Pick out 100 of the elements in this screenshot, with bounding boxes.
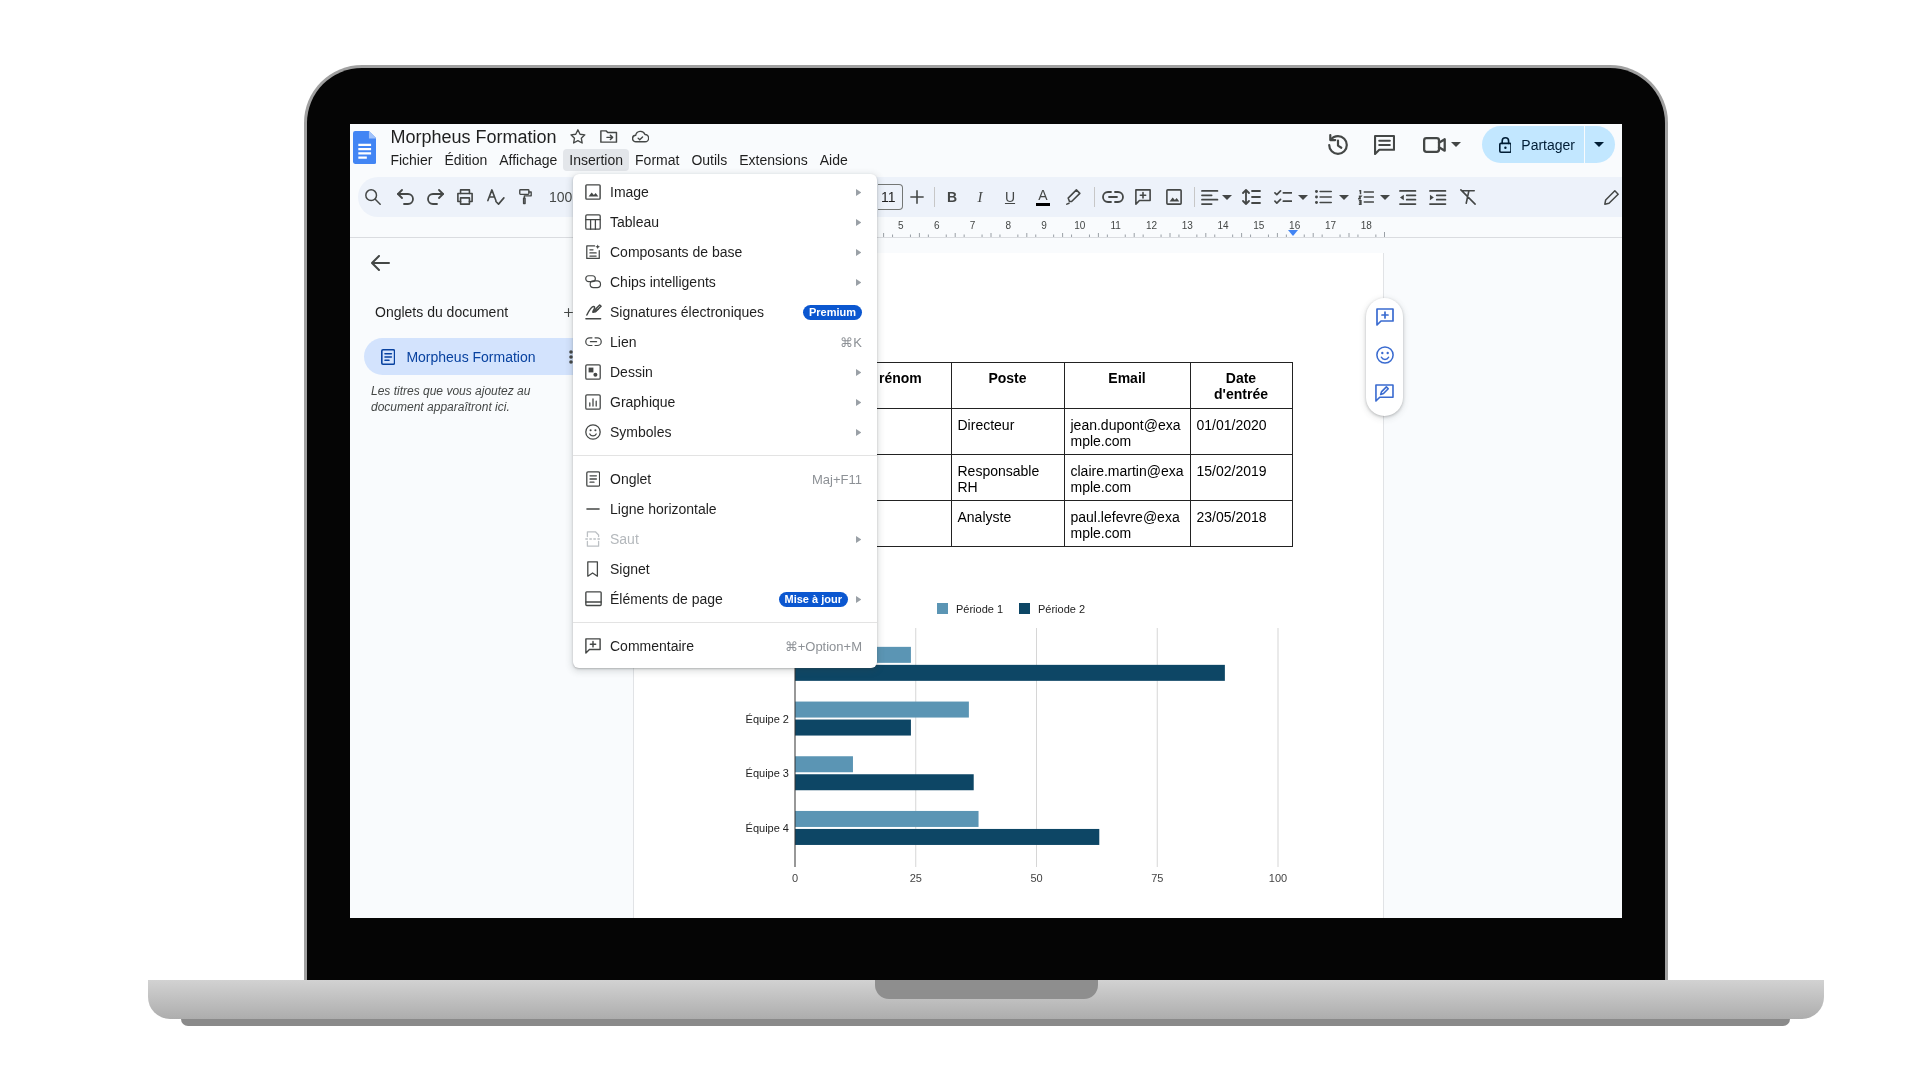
link-icon[interactable] [1102, 191, 1124, 203]
indent-marker-icon[interactable] [1288, 230, 1298, 236]
menu-bar-item[interactable]: Extensions [733, 149, 814, 171]
menu-bar-item[interactable]: Affichage [493, 149, 564, 171]
menu-item[interactable]: Symboles [573, 417, 877, 447]
smiley-icon [585, 424, 601, 440]
italic-button[interactable]: I [965, 183, 995, 211]
spellcheck-icon[interactable] [487, 189, 505, 205]
menu-bar-item[interactable]: Format [629, 149, 686, 171]
menu-badge: Mise à jour [778, 591, 848, 607]
menu-item[interactable]: Dessin [573, 357, 877, 387]
shortcut-label: ⌘+Option+M [784, 638, 862, 654]
checklist-icon[interactable] [1273, 190, 1293, 204]
ruler-number: 14 [1216, 220, 1230, 232]
print-icon[interactable] [457, 189, 473, 205]
link-icon [584, 337, 602, 347]
menu-item[interactable]: Lien ⌘K [573, 327, 877, 357]
star-icon[interactable] [570, 129, 587, 144]
clear-formatting-icon[interactable] [1460, 189, 1476, 205]
menu-bar-item[interactable]: Insertion [563, 149, 630, 171]
menu-item[interactable]: Graphique [573, 387, 877, 417]
history-icon[interactable] [1326, 133, 1349, 156]
line-spacing-icon[interactable] [1241, 189, 1261, 205]
table-cell: paul.lefevre@example.com [1064, 500, 1190, 547]
caret-icon[interactable] [1450, 142, 1461, 147]
caret-icon[interactable] [1222, 194, 1232, 200]
decrease-indent-icon[interactable] [1399, 189, 1417, 205]
ruler-number: 5 [897, 220, 905, 232]
menu-item[interactable]: Image [573, 177, 877, 207]
search-icon[interactable] [365, 189, 381, 205]
caret-icon[interactable] [1380, 194, 1390, 200]
menu-item[interactable]: Tableau [573, 207, 877, 237]
smiley-icon[interactable] [1375, 346, 1394, 364]
signature-icon [584, 304, 602, 320]
plus-icon[interactable] [910, 190, 924, 204]
menu-item[interactable]: Ligne horizontale [573, 494, 877, 524]
paint-roller-icon[interactable] [519, 189, 533, 205]
menu-item[interactable]: Éléments de page Mise à jour [573, 584, 877, 614]
caret-icon[interactable] [1298, 194, 1308, 200]
video-camera-icon[interactable] [1422, 136, 1446, 153]
document-icon [585, 471, 601, 487]
ruler-number: 7 [968, 220, 977, 232]
comment-plus-icon[interactable] [1135, 189, 1151, 205]
table-cell: claire.martin@example.com [1064, 454, 1190, 501]
bulleted-list-icon[interactable] [1315, 190, 1333, 204]
zoom-select[interactable]: 100 [549, 189, 573, 205]
ruler-number: 13 [1180, 220, 1194, 232]
menu-item[interactable]: Composants de base [573, 237, 877, 267]
menu-item[interactable]: Chips intelligents [573, 267, 877, 297]
font-size-field[interactable]: 11 [878, 184, 903, 210]
menu-bar-item[interactable]: Fichier [384, 149, 439, 171]
ruler-number: 10 [1073, 220, 1087, 232]
plus-icon[interactable] [564, 307, 573, 317]
increase-indent-icon[interactable] [1429, 189, 1447, 205]
ruler-number: 12 [1144, 220, 1159, 232]
axis-tick-label: 75 [1151, 872, 1164, 884]
ruler-number: 9 [1040, 220, 1048, 232]
legend-label: Période 2 [1038, 602, 1086, 615]
share-options-button[interactable] [1585, 126, 1615, 163]
ruler-number: 8 [1004, 220, 1013, 232]
highlighter-icon[interactable] [1066, 189, 1082, 205]
share-button[interactable]: Partager [1481, 126, 1584, 163]
table-cell: Analyste [951, 500, 1064, 547]
image-icon [585, 184, 601, 200]
more-options-icon[interactable] [569, 349, 573, 364]
cloud-check-icon[interactable] [631, 130, 650, 143]
align-left-icon[interactable] [1201, 189, 1219, 205]
column-header: Email [1064, 362, 1190, 409]
undo-icon[interactable] [396, 189, 414, 205]
menu-item[interactable]: Commentaire ⌘+Option+M [573, 631, 877, 661]
redo-icon[interactable] [426, 189, 444, 205]
menu-item[interactable]: Onglet Maj+F11 [573, 464, 877, 494]
document-title[interactable]: Morpheus Formation [390, 125, 557, 148]
sidebar-hint: Les titres que vous ajoutez au document apparaîtront ici. [371, 383, 532, 415]
menu-bar-item[interactable]: Édition [438, 149, 494, 171]
folder-icon[interactable] [600, 130, 618, 143]
image-icon[interactable] [1166, 189, 1182, 205]
table-cell: 15/02/2019 [1190, 454, 1292, 501]
back-arrow-icon[interactable] [371, 255, 390, 271]
axis-tick-label: 50 [1030, 872, 1043, 884]
menu-bar-item[interactable]: Aide [813, 149, 854, 171]
comment-pencil-icon[interactable] [1375, 384, 1394, 402]
comment-plus-icon[interactable] [1375, 308, 1394, 326]
menu-item[interactable]: Signet [573, 554, 877, 584]
menu-bar-item[interactable]: Outils [685, 149, 734, 171]
caret-icon[interactable] [1339, 194, 1349, 200]
underline-button[interactable]: U [995, 183, 1025, 211]
pencil-icon[interactable] [1603, 189, 1619, 205]
document-tab[interactable]: Morpheus Formation [364, 338, 573, 375]
numbered-list-icon[interactable] [1357, 189, 1375, 205]
table-cell: Responsable RH [951, 454, 1064, 501]
text-color-button[interactable]: A [1027, 183, 1059, 211]
document-logo-icon[interactable] [353, 131, 377, 164]
menu-item[interactable]: Signatures électroniques Premium [573, 297, 877, 327]
caret-icon [1593, 142, 1604, 147]
comment-icon[interactable] [1373, 134, 1395, 155]
bold-button[interactable]: B [939, 183, 965, 211]
shortcut-label: ⌘K [840, 334, 862, 350]
ruler-number: 15 [1252, 220, 1266, 232]
ruler-number: 11 [1109, 220, 1122, 232]
